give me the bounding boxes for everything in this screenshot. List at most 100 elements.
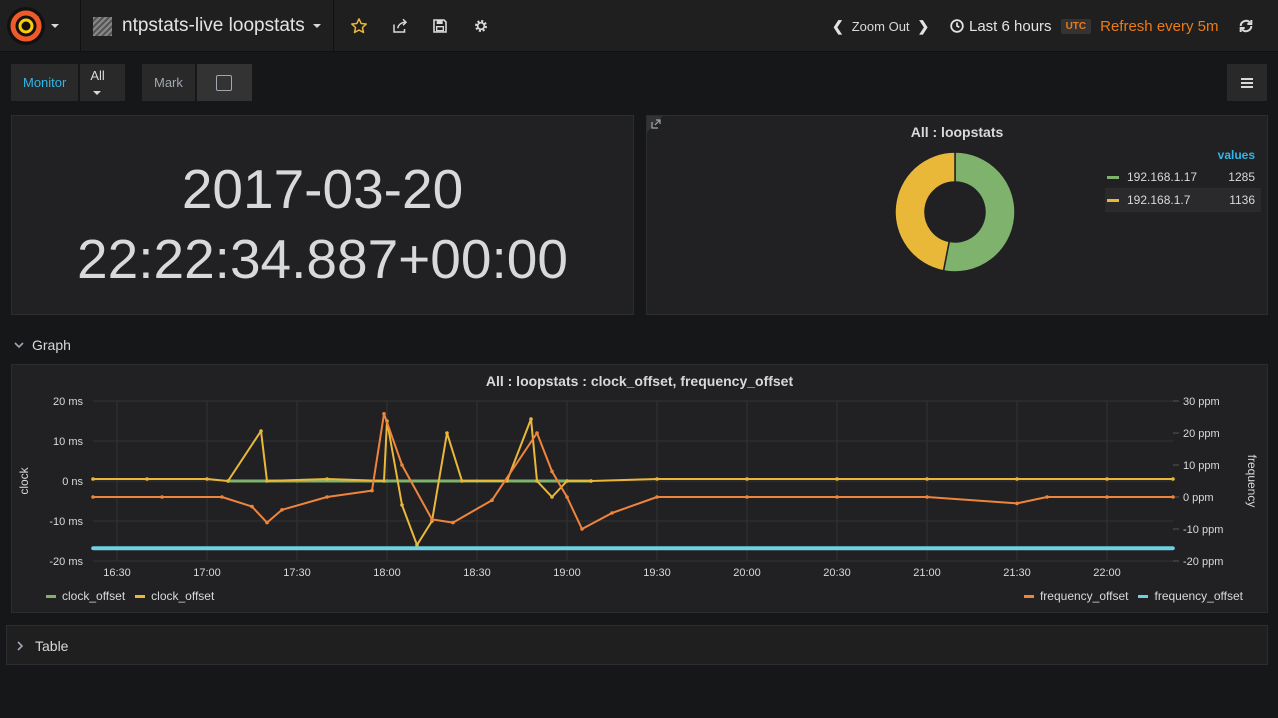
share-button[interactable]: [388, 14, 412, 38]
graph-legend-left: clock_offset clock_offset: [46, 589, 214, 603]
dashboard-title-dropdown[interactable]: ntpstats-live loopstats: [80, 0, 334, 52]
graph-row-header[interactable]: Graph: [14, 335, 71, 355]
data-point: [460, 479, 464, 483]
data-point: [925, 546, 929, 550]
data-point: [325, 495, 329, 499]
dashboard-title: ntpstats-live loopstats: [122, 15, 305, 36]
data-point: [745, 477, 749, 481]
pie-legend-name: 192.168.1.17: [1127, 170, 1198, 184]
data-point: [445, 431, 449, 435]
zoom-controls: ❮ Zoom Out ❯: [824, 0, 937, 52]
mark-checkbox[interactable]: [196, 64, 252, 101]
data-point: [160, 495, 164, 499]
data-point: [370, 488, 374, 493]
x-tick-label: 21:00: [913, 567, 941, 579]
graph-legend-item[interactable]: frequency_offset: [1138, 589, 1243, 603]
legend-swatch: [1107, 175, 1119, 179]
pie-legend-item[interactable]: 192.168.1.7 1136: [1105, 189, 1261, 212]
grafana-menu-button[interactable]: [6, 0, 72, 52]
data-point: [430, 517, 434, 522]
data-point: [835, 477, 839, 481]
data-point: [382, 412, 386, 416]
y-right-tick-label: 10 ppm: [1183, 460, 1220, 472]
data-point: [1015, 501, 1019, 506]
pie-legend-value: 1285: [1228, 170, 1255, 184]
save-button[interactable]: [428, 14, 452, 38]
graph-row-title: Graph: [32, 337, 71, 353]
refresh-button[interactable]: [1234, 14, 1258, 38]
checkbox-icon: [216, 74, 233, 91]
pie-slice-2[interactable]: [894, 151, 956, 272]
table-row-title: Table: [35, 638, 69, 654]
data-point: [610, 511, 614, 515]
y-left-tick-label: 20 ms: [53, 396, 83, 408]
data-point: [925, 477, 929, 481]
pie-legend-name: 192.168.1.7: [1127, 193, 1191, 207]
data-point: [565, 495, 569, 499]
series-line-frequency_offset-3[interactable]: [93, 412, 1173, 530]
chevron-left-icon[interactable]: ❮: [832, 18, 844, 35]
chevron-right-icon: [17, 641, 24, 651]
all-dropdown[interactable]: All: [80, 68, 125, 98]
refresh-interval-label: Refresh every 5m: [1100, 17, 1219, 35]
pie-legend-value: 1136: [1229, 193, 1255, 207]
graph-legend-right: frequency_offset frequency_offset: [1023, 589, 1243, 603]
table-row-header[interactable]: Table: [6, 625, 1268, 665]
data-point: [745, 495, 749, 499]
x-tick-label: 18:30: [463, 567, 491, 579]
data-point: [1171, 477, 1175, 481]
mark-variable: Mark: [142, 64, 252, 101]
graph-panel: All : loopstats : clock_offset, frequenc…: [11, 364, 1268, 613]
star-icon: [351, 18, 367, 34]
top-navbar: ntpstats-live loopstats ❮ Zoom Out ❯ Las…: [0, 0, 1278, 52]
graph-legend-item[interactable]: clock_offset: [46, 589, 125, 603]
data-point: [550, 495, 554, 499]
graph-legend-item[interactable]: clock_offset: [135, 589, 214, 603]
data-point: [382, 479, 386, 483]
donut-chart: [894, 151, 1016, 273]
graph-legend-item[interactable]: frequency_offset: [1023, 589, 1128, 603]
pie-legend-item[interactable]: 192.168.1.17 1285: [1105, 166, 1261, 189]
settings-button[interactable]: [469, 14, 493, 38]
data-point: [145, 477, 149, 481]
star-button[interactable]: [347, 14, 371, 38]
data-point: [550, 469, 554, 474]
monitor-label: Monitor: [11, 64, 81, 101]
data-point: [529, 417, 533, 421]
data-point: [451, 520, 455, 525]
zoom-out-button[interactable]: Zoom Out: [852, 19, 910, 34]
legend-series-name: clock_offset: [62, 589, 126, 603]
data-point: [226, 479, 230, 483]
time-panel-date: 2017-03-20: [181, 158, 464, 220]
legend-swatch: [135, 594, 146, 598]
data-point: [835, 495, 839, 499]
data-point: [325, 477, 329, 481]
data-point: [1171, 546, 1175, 550]
time-range-label: Last 6 hours: [969, 17, 1052, 35]
row-menu-button[interactable]: [1227, 64, 1267, 101]
data-point: [655, 477, 659, 481]
x-tick-label: 18:00: [373, 567, 401, 579]
mark-label: Mark: [142, 64, 197, 101]
data-point: [400, 503, 404, 507]
data-point: [385, 546, 389, 550]
dashboard-grid-icon: [93, 16, 112, 36]
time-picker[interactable]: Last 6 hours UTC Refresh every 5m: [950, 0, 1219, 52]
legend-swatch: [1107, 198, 1119, 202]
gear-icon: [475, 20, 487, 32]
data-point: [745, 546, 749, 550]
y-left-tick-label: -10 ms: [49, 516, 83, 528]
utc-badge: UTC: [1060, 18, 1092, 34]
y-right-tick-label: 30 ppm: [1183, 396, 1220, 408]
legend-swatch: [1138, 594, 1149, 598]
data-point: [535, 479, 539, 483]
y-left-tick-label: 10 ms: [53, 436, 83, 448]
clock-icon: [950, 19, 964, 33]
y-left-axis-label: clock: [17, 466, 31, 494]
pie-legend: values 192.168.1.17 1285 192.168.1.7 1136: [1105, 148, 1261, 212]
chevron-right-icon[interactable]: ❯: [918, 18, 930, 35]
monitor-variable: Monitor All: [11, 64, 125, 101]
time-text-panel: 2017-03-20 22:22:34.887+00:00: [11, 115, 634, 315]
grafana-logo-icon: [7, 7, 45, 45]
pie-panel-title: All : loopstats: [910, 124, 1004, 140]
